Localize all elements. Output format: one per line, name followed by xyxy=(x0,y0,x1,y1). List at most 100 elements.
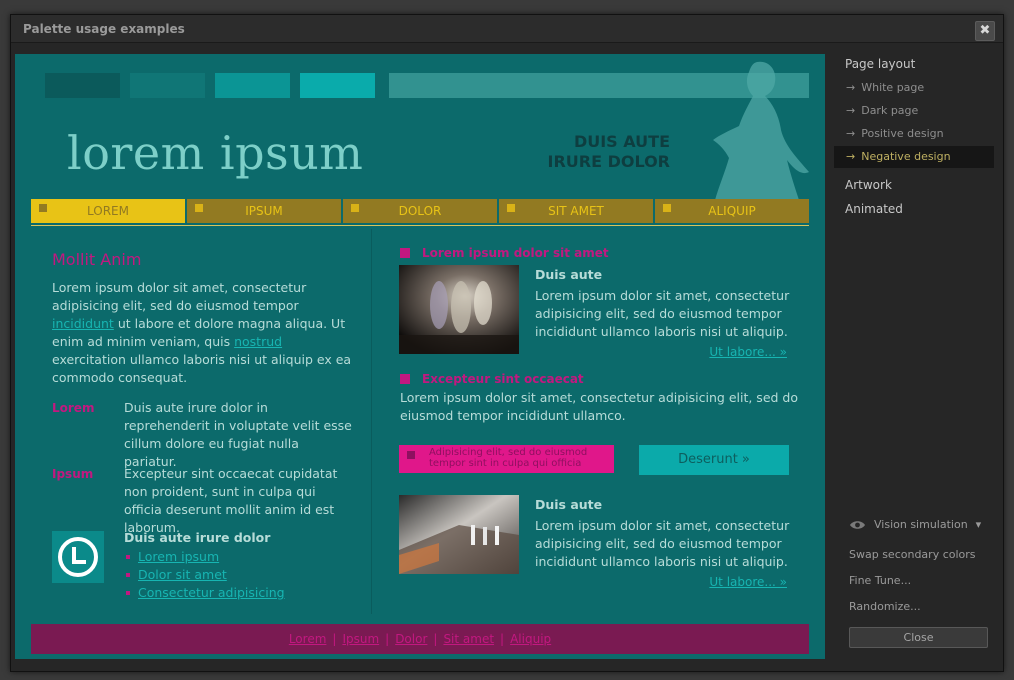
nav-label: ALIQUIP xyxy=(708,204,756,218)
nav-bar: LOREM IPSUM DOLOR SIT AMET ALIQUIP xyxy=(31,199,809,223)
close-button[interactable]: Close xyxy=(849,627,988,648)
column-divider xyxy=(371,229,372,614)
right-heading-1: Lorem ipsum dolor sit amet xyxy=(400,246,609,260)
randomize-link[interactable]: Randomize... xyxy=(849,600,921,613)
nav-item-dolor[interactable]: DOLOR xyxy=(343,199,497,223)
list-item[interactable]: Consectetur adipisicing xyxy=(124,584,285,602)
layout-item-negative-design[interactable]: → Negative design xyxy=(834,146,994,168)
animated-heading[interactable]: Animated xyxy=(845,202,903,216)
footer-link-aliquip[interactable]: Aliquip xyxy=(510,632,551,646)
nav-label: SIT AMET xyxy=(548,204,604,218)
footer-separator: | xyxy=(500,632,505,646)
layout-item-positive-design[interactable]: → Positive design xyxy=(834,123,994,145)
nav-item-ipsum[interactable]: IPSUM xyxy=(187,199,341,223)
list-link[interactable]: Dolor sit amet xyxy=(138,567,227,582)
def-text-lorem: Duis aute irure dolor in reprehenderit i… xyxy=(124,400,352,469)
heading-text: Lorem ipsum dolor sit amet xyxy=(422,246,609,260)
para-text: Lorem ipsum dolor sit amet, consectetur … xyxy=(52,280,307,313)
swatch-3 xyxy=(215,73,290,98)
incididunt-link[interactable]: incididunt xyxy=(52,316,114,331)
nav-label: IPSUM xyxy=(245,204,283,218)
swatch-1 xyxy=(45,73,120,98)
layout-item-label: White page xyxy=(861,81,925,94)
square-icon xyxy=(195,204,203,212)
wide-text: Lorem ipsum dolor sit amet, consectetur … xyxy=(400,390,798,423)
def-term-ipsum: Ipsum xyxy=(52,467,94,481)
layout-item-label: Negative design xyxy=(861,150,951,163)
list-title: Duis aute irure dolor xyxy=(124,530,271,545)
nav-item-lorem[interactable]: LOREM xyxy=(31,199,185,223)
layout-item-dark-page[interactable]: → Dark page xyxy=(834,100,994,122)
card2-more-link[interactable]: Ut labore... » xyxy=(709,575,787,589)
nav-label: LOREM xyxy=(87,204,129,218)
layout-item-label: Positive design xyxy=(861,127,944,140)
logo-text: lorem ipsum xyxy=(67,126,364,180)
para-text: exercitation ullamco laboris nisi ut ali… xyxy=(52,352,352,385)
vision-label: Vision simulation xyxy=(874,518,968,531)
footer-link-ipsum[interactable]: Ipsum xyxy=(342,632,379,646)
footer-separator: | xyxy=(433,632,438,646)
left-heading: Mollit Anim xyxy=(52,250,142,269)
tagline: DUIS AUTE IRURE DOLOR xyxy=(547,132,670,172)
layout-item-label: Dark page xyxy=(861,104,919,117)
def-term-lorem: Lorem xyxy=(52,401,95,415)
nostrud-link[interactable]: nostrud xyxy=(234,334,282,349)
nav-item-sit-amet[interactable]: SIT AMET xyxy=(499,199,653,223)
heading-text: Excepteur sint occaecat xyxy=(422,372,584,386)
fine-tune-link[interactable]: Fine Tune... xyxy=(849,574,911,587)
swap-colors-link[interactable]: Swap secondary colors xyxy=(849,548,976,561)
swatch-4 xyxy=(300,73,375,98)
square-icon xyxy=(407,451,415,459)
card1-more-link[interactable]: Ut labore... » xyxy=(709,345,787,359)
night-street-photo xyxy=(399,265,519,354)
deserunt-button[interactable]: Deserunt » xyxy=(639,445,789,475)
square-icon xyxy=(351,204,359,212)
window-title: Palette usage examples xyxy=(23,22,185,36)
footer-separator: | xyxy=(385,632,390,646)
clock-icon xyxy=(52,531,104,583)
note-box: Adipisicing elit, sed do eiusmod tempor … xyxy=(399,445,614,473)
arrow-right-icon: → xyxy=(846,104,856,117)
arrow-right-icon: → xyxy=(846,150,856,163)
swatch-2 xyxy=(130,73,205,98)
artwork-heading[interactable]: Artwork xyxy=(845,178,892,192)
tagline-line-2: IRURE DOLOR xyxy=(547,152,670,171)
note-text: Adipisicing elit, sed do eiusmod tempor … xyxy=(429,447,588,469)
arrow-right-icon: → xyxy=(846,81,856,94)
card1-text: Lorem ipsum dolor sit amet, consectetur … xyxy=(535,288,790,339)
def-text-ipsum: Excepteur sint occaecat cupidatat non pr… xyxy=(124,466,338,535)
square-icon xyxy=(400,374,410,384)
footer-separator: | xyxy=(332,632,337,646)
preview-page: lorem ipsum DUIS AUTE IRURE DOLOR LOREM … xyxy=(15,54,825,659)
square-icon xyxy=(507,204,515,212)
nav-label: DOLOR xyxy=(398,204,442,218)
left-paragraph: Lorem ipsum dolor sit amet, consectetur … xyxy=(52,279,352,387)
list-item[interactable]: Lorem ipsum xyxy=(124,548,285,566)
close-icon[interactable]: ✖ xyxy=(975,21,995,41)
square-icon xyxy=(663,204,671,212)
square-icon xyxy=(400,248,410,258)
footer-link-lorem[interactable]: Lorem xyxy=(289,632,327,646)
footer-bar: Lorem | Ipsum | Dolor | Sit amet | Aliquip xyxy=(31,624,809,654)
page-layout-heading[interactable]: Page layout xyxy=(845,57,915,71)
nav-underline xyxy=(31,225,809,226)
woman-silhouette-image xyxy=(713,61,809,200)
square-icon xyxy=(39,204,47,212)
list-link[interactable]: Consectetur adipisicing xyxy=(138,585,285,600)
title-bar: Palette usage examples ✖ xyxy=(11,15,1003,43)
footer-link-dolor[interactable]: Dolor xyxy=(395,632,427,646)
chevron-down-icon: ▾ xyxy=(975,518,982,531)
card2-title: Duis aute xyxy=(535,497,603,512)
card2-text: Lorem ipsum dolor sit amet, consectetur … xyxy=(535,518,790,569)
list-link[interactable]: Lorem ipsum xyxy=(138,549,219,564)
bullet-list: Lorem ipsum Dolor sit amet Consectetur a… xyxy=(124,548,285,602)
vision-simulation-dropdown[interactable]: Vision simulation ▾ xyxy=(849,518,981,531)
list-item[interactable]: Dolor sit amet xyxy=(124,566,285,584)
nav-item-aliquip[interactable]: ALIQUIP xyxy=(655,199,809,223)
eye-icon xyxy=(850,520,865,529)
footer-link-sit-amet[interactable]: Sit amet xyxy=(443,632,494,646)
right-heading-2: Excepteur sint occaecat xyxy=(400,372,584,386)
layout-item-white-page[interactable]: → White page xyxy=(834,77,994,99)
card1-title: Duis aute xyxy=(535,267,603,282)
subway-photo xyxy=(399,495,519,574)
